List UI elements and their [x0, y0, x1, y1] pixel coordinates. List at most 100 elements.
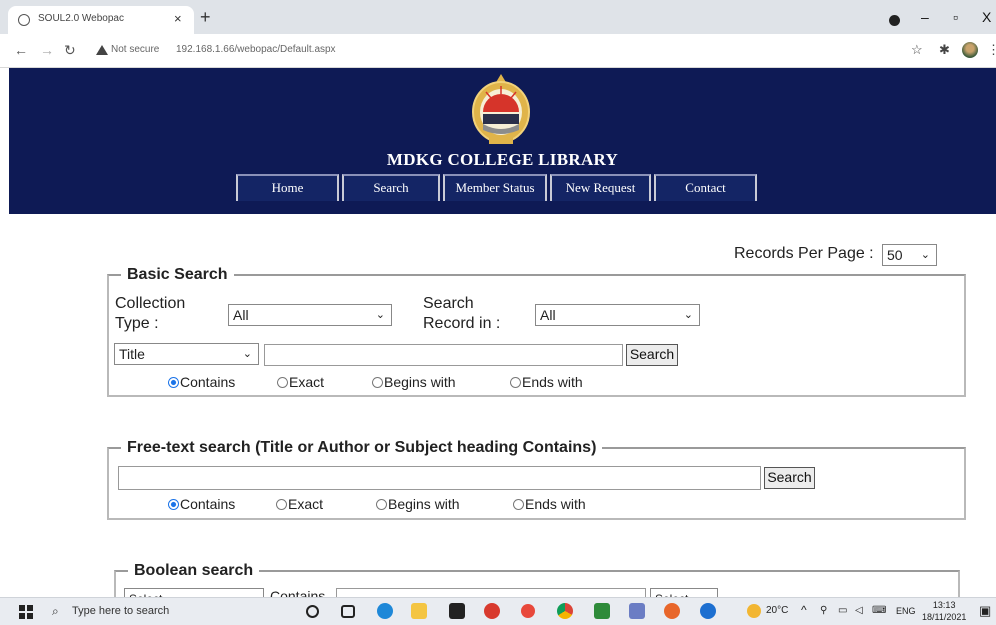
collection-type-select[interactable]: All ⌄: [228, 304, 392, 326]
nav-home[interactable]: Home: [236, 174, 339, 201]
menu-dots-icon[interactable]: ⋮: [987, 43, 996, 57]
close-window-button[interactable]: X: [982, 9, 991, 25]
free-text-search-legend: Free-text search (Title or Author or Sub…: [127, 439, 597, 456]
basic-begins-with-radio[interactable]: Begins with: [372, 374, 456, 390]
radio-icon: [372, 377, 383, 388]
cortana-icon[interactable]: [306, 605, 319, 618]
radio-icon: [276, 499, 287, 510]
taskbar-search-input[interactable]: Type here to search: [72, 605, 169, 617]
firefox-icon[interactable]: [664, 603, 680, 619]
records-per-page-label: Records Per Page :: [734, 245, 874, 262]
library-title: MDKG COLLEGE LIBRARY: [386, 150, 619, 169]
radio-icon: [376, 499, 387, 510]
excel-icon[interactable]: [594, 603, 610, 619]
file-explorer-icon[interactable]: [411, 603, 427, 619]
search-field-value: Title: [119, 346, 145, 362]
radio-icon: [513, 499, 524, 510]
basic-exact-label: Exact: [289, 374, 325, 390]
back-arrow-icon[interactable]: ←: [14, 42, 28, 58]
tab-close-icon[interactable]: ×: [174, 11, 182, 26]
basic-contains-radio[interactable]: Contains: [168, 374, 235, 390]
search-icon: ⌕: [52, 604, 59, 618]
radio-selected-icon: [168, 499, 179, 510]
edge-browser-icon[interactable]: [377, 603, 393, 619]
maximize-button[interactable]: ▫: [953, 9, 958, 25]
warning-icon[interactable]: [96, 45, 108, 55]
app-icon-flower[interactable]: [521, 604, 535, 618]
weather-temperature[interactable]: 20°C: [766, 605, 788, 616]
search-record-in-value: All: [540, 307, 556, 323]
records-per-page-select[interactable]: 50 ⌄: [882, 244, 937, 266]
radio-selected-icon: [168, 377, 179, 388]
boolean-search-legend: Boolean search: [134, 562, 254, 579]
free-exact-label: Exact: [288, 496, 324, 512]
search-record-in-select[interactable]: All ⌄: [535, 304, 700, 326]
free-exact-radio[interactable]: Exact: [276, 496, 323, 512]
task-view-icon[interactable]: [341, 605, 355, 618]
free-begins-with-label: Begins with: [388, 496, 460, 512]
records-per-page-value: 50: [887, 247, 903, 263]
hp-icon[interactable]: [700, 603, 716, 619]
notifications-icon[interactable]: ▣: [979, 603, 991, 619]
search-field-select[interactable]: Title ⌄: [114, 343, 259, 365]
browser-toolbar: ← → ↻ Not secure 192.168.1.66/webopac/De…: [0, 34, 996, 68]
basic-exact-radio[interactable]: Exact: [277, 374, 324, 390]
keyboard-icon[interactable]: ⌨: [872, 605, 886, 616]
address-bar[interactable]: 192.168.1.66/webopac/Default.aspx: [176, 44, 336, 55]
nav-contact[interactable]: Contact: [654, 174, 757, 201]
free-ends-with-label: Ends with: [525, 496, 586, 512]
nav-new-request[interactable]: New Request: [550, 174, 651, 201]
college-emblem-logo: [472, 74, 530, 144]
radio-icon: [510, 377, 521, 388]
bookmark-star-icon[interactable]: ☆: [911, 43, 923, 57]
windows-start-icon[interactable]: [19, 605, 33, 619]
language-indicator[interactable]: ENG: [896, 606, 916, 616]
nav-member-status[interactable]: Member Status: [443, 174, 547, 201]
basic-search-button[interactable]: Search: [626, 344, 678, 366]
chevron-down-icon: ⌄: [683, 309, 693, 321]
clock-time: 13:13: [932, 600, 956, 610]
basic-contains-label: Contains: [180, 374, 236, 390]
not-secure-label[interactable]: Not secure: [111, 44, 159, 55]
free-text-search-input[interactable]: [118, 466, 761, 490]
store-icon[interactable]: [449, 603, 465, 619]
profile-avatar[interactable]: [962, 42, 978, 58]
new-tab-button[interactable]: +: [200, 8, 211, 26]
forward-arrow-icon[interactable]: →: [40, 42, 54, 58]
free-contains-label: Contains: [180, 496, 236, 512]
weather-sun-icon[interactable]: [747, 604, 761, 618]
browser-tab[interactable]: SOUL2.0 Webopac ×: [8, 6, 194, 34]
profile-indicator-icon[interactable]: [889, 15, 900, 26]
collection-type-label: Collection Type :: [115, 295, 186, 332]
chevron-down-icon: ⌄: [242, 348, 252, 360]
network-icon[interactable]: ⚲: [820, 605, 827, 616]
basic-search-input[interactable]: [264, 344, 623, 366]
basic-ends-with-radio[interactable]: Ends with: [510, 374, 583, 390]
library-header: MDKG COLLEGE LIBRARY Home Search Member …: [9, 68, 996, 214]
free-text-search-button[interactable]: Search: [764, 467, 815, 489]
chevron-down-icon: ⌄: [375, 309, 385, 321]
minimize-button[interactable]: –: [921, 9, 929, 25]
windows-taskbar: ⌕ Type here to search 20°C ^ ⚲ ▭ ◁ ⌨ ENG…: [0, 597, 996, 625]
chevron-down-icon: ⌄: [920, 249, 930, 261]
tray-chevron-up-icon[interactable]: ^: [801, 603, 807, 617]
volume-icon[interactable]: ◁: [855, 605, 863, 616]
search-record-in-label: Search Record in :: [423, 295, 501, 332]
tab-title: SOUL2.0 Webopac: [38, 13, 124, 24]
browser-tab-strip: SOUL2.0 Webopac × + – ▫ X: [0, 0, 996, 34]
nav-search[interactable]: Search: [342, 174, 440, 201]
extensions-icon[interactable]: ✱: [939, 43, 950, 57]
monitor-icon[interactable]: ▭: [838, 605, 847, 616]
collection-type-value: All: [233, 307, 249, 323]
app-icon-blue[interactable]: [629, 603, 645, 619]
free-contains-radio[interactable]: Contains: [168, 496, 235, 512]
free-begins-with-radio[interactable]: Begins with: [376, 496, 460, 512]
system-clock[interactable]: 13:13 18/11/2021: [922, 599, 966, 623]
chrome-icon[interactable]: [557, 603, 573, 619]
clock-date: 18/11/2021: [922, 612, 967, 622]
basic-search-legend: Basic Search: [127, 266, 228, 283]
app-icon-red[interactable]: [484, 603, 500, 619]
free-ends-with-radio[interactable]: Ends with: [513, 496, 586, 512]
basic-begins-with-label: Begins with: [384, 374, 456, 390]
reload-icon[interactable]: ↻: [64, 42, 76, 58]
